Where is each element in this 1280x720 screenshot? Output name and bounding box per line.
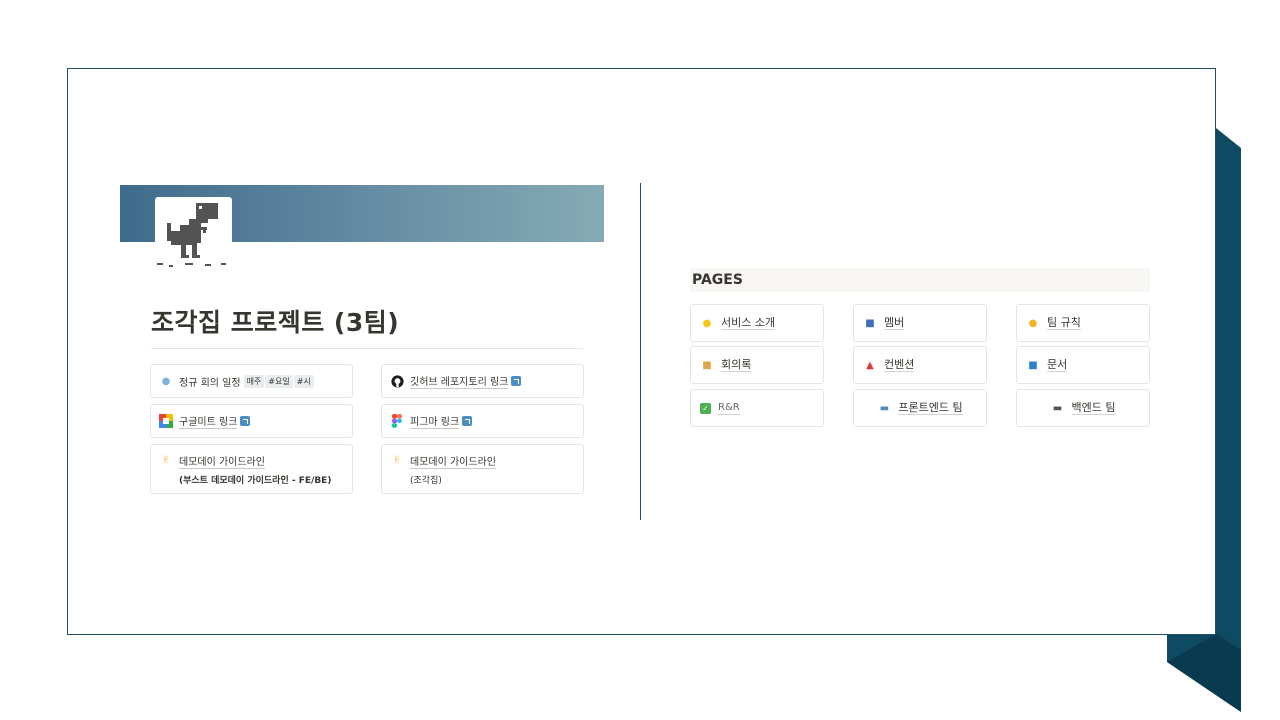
page-card-label: 회의록 — [721, 358, 752, 372]
tag: #요일 — [265, 374, 293, 388]
page-card-label: 팀 규칙 — [1047, 316, 1081, 330]
pushpin-icon: ▲ — [866, 359, 874, 371]
page-card-label: 멤버 — [884, 316, 905, 330]
vertical-divider — [640, 183, 641, 520]
callout-demoday-guideline-project[interactable]: ✌ 데모데이 가이드라인 (조각집) — [381, 444, 584, 494]
callout-label: 정규 회의 일정 — [179, 377, 241, 389]
tag: 매주 — [243, 374, 265, 388]
tag: #시 — [293, 374, 314, 388]
github-icon — [390, 374, 404, 388]
callout-label: 구글미트 링크 — [179, 413, 238, 429]
page-card-backend-team[interactable]: ▬ 백엔드 팀 — [1016, 389, 1150, 427]
speech-bubble-icon: ● — [161, 375, 171, 387]
page-card-team-rules[interactable]: ● 팀 규칙 — [1016, 304, 1150, 342]
page-card-convention[interactable]: ▲ 컨벤션 — [853, 346, 987, 384]
page-card-frontend-team[interactable]: ▬ 프론트엔드 팀 — [853, 389, 987, 427]
handshake-icon: ● — [1028, 317, 1038, 329]
callout-sublabel: (조각집) — [410, 475, 442, 486]
scroll-icon: ■ — [702, 359, 712, 371]
callout-label: 피그마 링크 — [410, 413, 460, 429]
monitor-icon: ▬ — [879, 402, 890, 414]
slide: 조각집 프로젝트 (3팀) ● 정규 회의 일정 매주 #요일 #시 깃허브 레… — [0, 0, 1280, 720]
callout-google-meet-link[interactable]: 구글미트 링크 — [150, 404, 353, 438]
page-card-label: R&R — [718, 402, 740, 415]
page-card-label: 백엔드 팀 — [1071, 401, 1116, 415]
waving-hand-icon: ✌ — [392, 455, 402, 466]
checkbox-icon: ✓ — [700, 402, 711, 414]
members-icon: ■ — [865, 317, 875, 329]
page-card-documents[interactable]: ■ 문서 — [1016, 346, 1150, 384]
callout-label: 데모데이 가이드라인 — [410, 453, 496, 469]
external-link-icon — [511, 376, 522, 386]
callout-meeting-schedule[interactable]: ● 정규 회의 일정 매주 #요일 #시 — [150, 364, 353, 398]
figma-icon — [390, 414, 404, 428]
lightbulb-icon: ● — [702, 317, 712, 329]
waving-hand-icon: ✌ — [161, 455, 171, 466]
page-title: 조각집 프로젝트 (3팀) — [151, 308, 400, 337]
callout-sublabel: (부스트 데모데이 가이드라인 - FE/BE) — [179, 475, 332, 486]
callout-figma-link[interactable]: 피그마 링크 — [381, 404, 584, 438]
page-card-label: 컨벤션 — [884, 358, 915, 372]
page-card-meeting-notes[interactable]: ■ 회의록 — [690, 346, 824, 384]
pages-heading: PAGES — [690, 268, 1150, 292]
title-divider — [151, 348, 583, 349]
page-card-label: 문서 — [1047, 358, 1068, 372]
callout-label: 데모데이 가이드라인 — [179, 453, 265, 469]
google-meet-icon — [159, 414, 173, 428]
dinosaur-icon — [155, 197, 232, 270]
callout-github-link[interactable]: 깃허브 레포지토리 링크 — [381, 364, 584, 398]
page-card-members[interactable]: ■ 멤버 — [853, 304, 987, 342]
page-card-label: 서비스 소개 — [721, 316, 776, 330]
page-card-label: 프론트엔드 팀 — [898, 401, 963, 415]
folder-icon: ■ — [1028, 359, 1038, 371]
external-link-icon — [240, 416, 251, 426]
keyboard-icon: ▬ — [1052, 402, 1063, 414]
callout-label: 깃허브 레포지토리 링크 — [410, 373, 509, 389]
external-link-icon — [462, 416, 473, 426]
callout-demoday-guideline[interactable]: ✌ 데모데이 가이드라인 (부스트 데모데이 가이드라인 - FE/BE) — [150, 444, 353, 494]
page-card-service-intro[interactable]: ● 서비스 소개 — [690, 304, 824, 342]
page-card-r-and-r[interactable]: ✓ R&R — [690, 389, 824, 427]
